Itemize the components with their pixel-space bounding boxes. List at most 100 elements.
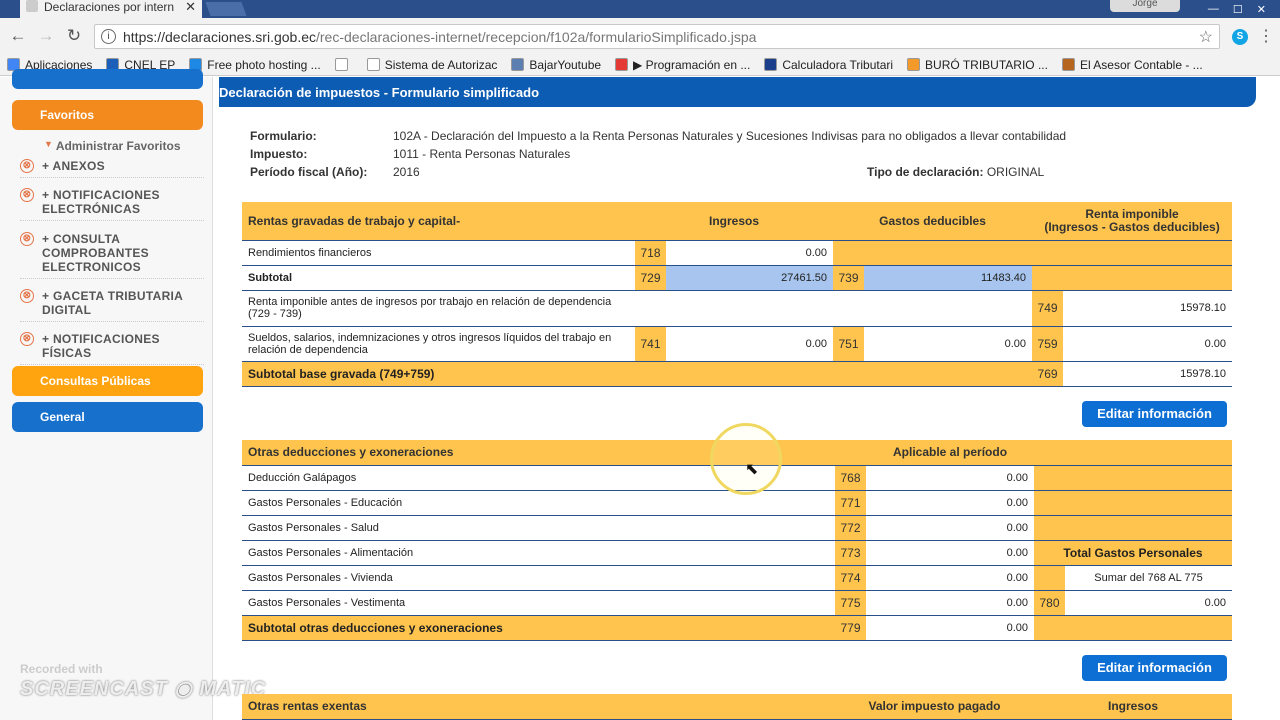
page-header: Declaración de impuestos - Formulario si… (219, 77, 1256, 107)
bookmark-label: Calculadora Tributari (782, 57, 894, 72)
table-row: Renta imponible antes de ingresos por tr… (242, 290, 1233, 327)
field-code: 771 (835, 490, 866, 516)
editar-informacion-button[interactable]: Editar información (1082, 401, 1227, 427)
bookmark-item[interactable]: Sistema de Autorizac (360, 58, 505, 72)
table-row: Sueldos, salarios, indemnizaciones y otr… (242, 326, 1233, 362)
field-value: 0.00 (866, 490, 1034, 516)
sidebar-administrar-favoritos[interactable]: ▼ Administrar Favoritos (44, 139, 181, 153)
sidebar-item-notificaciones-electronicas[interactable]: ⊗ + NOTIFICACIONES ELECTRÓNICAS (20, 188, 204, 221)
browser-tab[interactable]: Declaraciones por intern ✕ (20, 0, 202, 18)
header-rentas: Rentas gravadas de trabajo y capital- (242, 202, 635, 241)
total-gastos-personales-label: Total Gastos Personales (1034, 540, 1233, 566)
field-code: 739 (833, 265, 865, 291)
bookmark-icon (1061, 58, 1075, 71)
bookmark-item[interactable]: BURÓ TRIBUTARIO ... (900, 58, 1055, 72)
field-value: 27461.50 (666, 265, 834, 291)
bookmark-item[interactable]: BajarYoutube (504, 58, 608, 72)
empty-cell (1034, 490, 1233, 516)
field-value: 11483.40 (864, 265, 1033, 291)
sidebar-item-label: + NOTIFICACIONES ELECTRÓNICAS (42, 188, 160, 216)
close-window-icon[interactable]: ✕ (1257, 3, 1266, 16)
field-code: 749 (1032, 290, 1064, 327)
maximize-icon[interactable]: ☐ (1233, 3, 1243, 16)
browser-menu-icon[interactable]: ⋮ (1258, 26, 1274, 46)
tipo-label: Tipo de declaración: (867, 165, 984, 179)
sidebar-item-gaceta-tributaria[interactable]: ⊗ + GACETA TRIBUTARIA DIGITAL (20, 289, 204, 322)
sidebar-inicio[interactable] (12, 69, 203, 89)
sidebar-general[interactable]: General (12, 402, 203, 432)
bookmark-icon (511, 58, 525, 71)
row-label: Gastos Personales - Vestimenta (242, 590, 835, 616)
table-header-row: Otras rentas exentas Valor impuesto paga… (242, 694, 1232, 720)
field-code: 772 (835, 515, 866, 541)
empty-cell (1065, 440, 1233, 466)
bookmark-item[interactable]: Calculadora Tributari (757, 58, 900, 72)
user-profile[interactable]: Jorge (1110, 0, 1180, 12)
row-label: Rendimientos financieros (242, 240, 635, 266)
sidebar-item-consulta-comprobantes[interactable]: ⊗ + CONSULTA COMPROBANTES ELECTRONICOS (20, 232, 204, 279)
field-value: 15978.10 (1063, 290, 1233, 327)
field-value: 0.00 (866, 615, 1034, 641)
field-value: 0.00 (1065, 590, 1233, 616)
sidebar-item-notificaciones-fisicas[interactable]: ⊗ + NOTIFICACIONES FÍSICAS (20, 332, 204, 365)
bookmark-label: BajarYoutube (529, 57, 602, 72)
skype-extension-icon[interactable]: S (1232, 29, 1248, 45)
bookmark-star-icon[interactable]: ☆ (1199, 27, 1213, 47)
window-controls: — ☐ ✕ (1208, 0, 1280, 18)
header-otras-rentas: Otras rentas exentas (242, 694, 835, 720)
header-aplicable: Aplicable al período (835, 440, 1066, 466)
field-value: 0.00 (864, 326, 1033, 362)
periodo-label: Período fiscal (Año): (250, 165, 368, 179)
field-code: 741 (635, 326, 666, 362)
info-icon[interactable]: i (101, 29, 116, 44)
field-value: 0.00 (666, 240, 834, 266)
screencast-watermark: Recorded with SCREENCAST ◉ MATIC (20, 662, 266, 701)
empty-cell (833, 240, 1233, 266)
empty-cell (1034, 515, 1233, 541)
tab-favicon-icon (26, 0, 38, 12)
tab-title: Declaraciones por intern (44, 0, 175, 14)
header-gastos: Gastos deducibles (833, 202, 1033, 241)
watermark-brand: SCREENCAST ◉ MATIC (20, 678, 267, 700)
close-tab-icon[interactable]: ✕ (185, 0, 196, 15)
formulario-label: Formulario: (250, 129, 317, 143)
field-code: 729 (635, 265, 666, 291)
sidebar-consultas-publicas[interactable]: Consultas Públicas (12, 366, 203, 396)
bookmark-item[interactable]: El Asesor Contable - ... (1055, 58, 1210, 72)
field-value: 0.00 (866, 565, 1034, 591)
expand-icon: ⊗ (20, 188, 34, 202)
sidebar-item-anexos[interactable]: ⊗ + ANEXOS (20, 159, 204, 178)
bookmark-item[interactable]: ▶ Programación en ... (608, 58, 757, 72)
field-value: 0.00 (1063, 326, 1233, 362)
new-tab-button[interactable] (205, 2, 247, 16)
table-row: Subtotal base gravada (749+759) 769 1597… (242, 361, 1233, 387)
bookmark-item[interactable] (328, 58, 360, 71)
forward-icon[interactable]: → (36, 27, 56, 45)
reload-icon[interactable]: ↻ (64, 27, 84, 45)
bookmark-item[interactable]: Free photo hosting ... (182, 58, 327, 72)
sidebar: Favoritos ▼ Administrar Favoritos ⊗ + ANE… (0, 69, 213, 720)
field-code: 775 (835, 590, 866, 616)
editar-informacion-button[interactable]: Editar información (1082, 655, 1227, 681)
sidebar-item-label: + NOTIFICACIONES FÍSICAS (42, 332, 160, 360)
field-value: 15978.10 (1063, 361, 1233, 387)
field-value: 0.00 (866, 515, 1034, 541)
field-code: 768 (835, 465, 866, 491)
bullet-icon: ▼ (44, 139, 53, 149)
table-row: Gastos Personales - Alimentación 773 0.0… (242, 540, 1233, 566)
back-icon[interactable]: ← (8, 27, 28, 45)
header-ingresos: Ingresos (635, 202, 834, 241)
bookmark-icon (366, 58, 380, 71)
empty-cell (1034, 465, 1233, 491)
field-code: 759 (1032, 326, 1064, 362)
minimize-icon[interactable]: — (1208, 3, 1219, 15)
table-header-row: Rentas gravadas de trabajo y capital- In… (242, 202, 1233, 241)
sidebar-favoritos[interactable]: Favoritos (12, 100, 203, 130)
sumar-note: Sumar del 768 AL 775 (1065, 565, 1233, 591)
empty-cell (1032, 265, 1233, 291)
table-row: Gastos Personales - Salud 772 0.00 (242, 515, 1233, 541)
expand-icon: ⊗ (20, 332, 34, 346)
expand-icon: ⊗ (20, 159, 34, 173)
watermark-recorded: Recorded with (20, 662, 103, 676)
address-bar[interactable]: i https://declaraciones.sri.gob.ec/rec-d… (94, 24, 1220, 49)
